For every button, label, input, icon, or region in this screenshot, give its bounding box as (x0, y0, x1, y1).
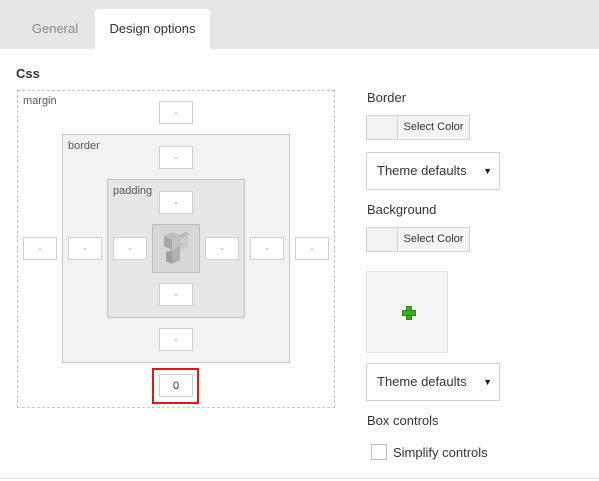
background-style-value: Theme defaults (377, 374, 467, 389)
padding-top-field[interactable] (159, 191, 193, 214)
border-color-button[interactable]: Select Color (366, 115, 470, 140)
padding-right-field[interactable] (205, 237, 239, 260)
border-style-select[interactable]: Theme defaults ▼ (366, 152, 500, 190)
border-color-label: Select Color (398, 116, 469, 139)
border-color-swatch (367, 116, 398, 139)
simplify-controls-label: Simplify controls (393, 444, 488, 460)
padding-left-field[interactable] (113, 237, 147, 260)
bottom-divider (0, 478, 599, 479)
border-right-field[interactable] (250, 237, 284, 260)
border-style-value: Theme defaults (377, 163, 467, 178)
border-top-field[interactable] (159, 146, 193, 169)
border-left-field[interactable] (68, 237, 102, 260)
background-color-button[interactable]: Select Color (366, 227, 470, 252)
border-label: border (68, 140, 100, 152)
margin-right-field[interactable] (295, 237, 329, 260)
background-heading: Background (367, 202, 437, 217)
dropdown-arrow-icon: ▼ (483, 166, 492, 176)
padding-bottom-field[interactable] (159, 283, 193, 306)
border-heading: Border (367, 90, 407, 105)
box-controls-heading: Box controls (367, 413, 439, 428)
background-style-select[interactable]: Theme defaults ▼ (366, 363, 500, 401)
css-heading: Css (16, 66, 40, 81)
margin-top-field[interactable] (159, 101, 193, 124)
dropdown-arrow-icon: ▼ (483, 377, 492, 387)
background-image-picker[interactable] (366, 271, 448, 353)
border-bottom-field[interactable] (159, 328, 193, 351)
plus-icon (402, 306, 416, 320)
margin-left-field[interactable] (23, 237, 57, 260)
simplify-controls-checkbox[interactable] (371, 444, 387, 460)
background-color-label: Select Color (398, 228, 469, 251)
tab-bar: General Design options (0, 0, 599, 49)
padding-label: padding (113, 185, 153, 197)
tab-design-options[interactable]: Design options (95, 9, 210, 49)
tab-general[interactable]: General (18, 9, 92, 49)
vc-logo-icon (164, 232, 190, 264)
background-color-swatch (367, 228, 398, 251)
highlight-frame (152, 368, 199, 404)
margin-label: margin (23, 95, 57, 107)
content-box (152, 224, 200, 273)
simplify-controls-toggle[interactable]: Simplify controls (371, 444, 488, 460)
